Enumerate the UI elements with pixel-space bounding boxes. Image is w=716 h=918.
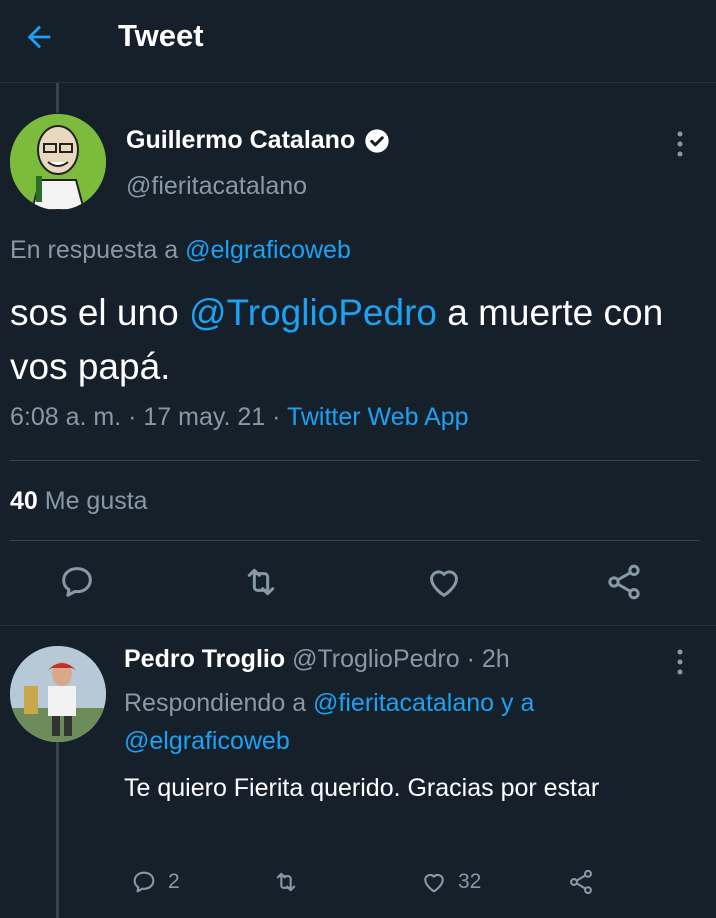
avatar-image <box>10 114 106 210</box>
reply-icon <box>133 871 155 893</box>
divider <box>10 460 700 461</box>
likes-count: 40 <box>10 487 38 515</box>
retweet-button[interactable] <box>272 867 300 897</box>
avatar-image <box>10 646 106 742</box>
share-icon[interactable] <box>604 562 644 602</box>
replying-to-line: Respondiendo a @fieritacatalano y a @elg… <box>124 684 664 760</box>
tweet-timestamp: 6:08 a. m. · 17 may. 21 · <box>10 403 287 431</box>
tweet-meta: 6:08 a. m. · 17 may. 21 · Twitter Web Ap… <box>10 403 469 432</box>
heart-icon[interactable] <box>424 562 464 602</box>
like-button[interactable]: 32 <box>420 867 481 897</box>
author-name-text[interactable]: Guillermo Catalano <box>126 126 355 155</box>
likes-label: Me gusta <box>37 487 148 515</box>
reply-icon[interactable] <box>57 562 97 602</box>
author-handle[interactable]: @TroglioPedro · 2h <box>285 645 510 673</box>
avatar[interactable] <box>10 114 106 210</box>
divider <box>0 625 716 626</box>
author-handle[interactable]: @fieritacatalano <box>126 172 307 201</box>
author-name[interactable]: Guillermo Catalano <box>126 126 391 155</box>
more-options-icon[interactable] <box>676 130 684 158</box>
share-button[interactable] <box>567 867 595 897</box>
thread-line <box>56 742 59 918</box>
reply-prefix: En respuesta a <box>10 236 186 264</box>
reply-to-line: En respuesta a @elgraficoweb <box>10 236 351 265</box>
replying-conjunction: y a <box>494 689 535 717</box>
reply-count: 2 <box>168 870 180 893</box>
divider <box>10 540 700 541</box>
header-divider <box>0 82 716 83</box>
author-name[interactable]: Pedro Troglio <box>124 645 285 673</box>
retweet-icon <box>276 872 296 892</box>
heart-icon <box>424 873 444 893</box>
retweet-icon[interactable] <box>241 562 281 602</box>
reply-button[interactable]: 2 <box>130 867 180 897</box>
verified-icon <box>365 128 389 153</box>
arrow-left-icon[interactable] <box>22 20 56 54</box>
page-title: Tweet <box>118 18 204 53</box>
replying-prefix: Respondiendo a <box>124 689 314 717</box>
likes-summary[interactable]: 40 Me gusta <box>10 487 148 516</box>
mention-link[interactable]: @elgraficoweb <box>124 727 290 755</box>
avatar[interactable] <box>10 646 106 742</box>
reply-text: Te quiero Fierita querido. Gracias por e… <box>124 774 600 802</box>
reply-to-link[interactable]: @elgraficoweb <box>185 236 351 264</box>
mention-link[interactable]: @fieritacatalano <box>313 689 494 717</box>
tweet-text-part: sos el uno <box>10 292 189 333</box>
tweet-source-link[interactable]: Twitter Web App <box>287 403 469 431</box>
tweet-text: sos el uno @TroglioPedro a muerte con vo… <box>10 286 700 394</box>
thread-line <box>56 83 59 113</box>
share-icon <box>570 869 592 895</box>
like-count: 32 <box>458 870 482 893</box>
reply-header: Pedro Troglio @TroglioPedro · 2h <box>124 645 510 674</box>
more-options-icon[interactable] <box>676 648 684 676</box>
mention-link[interactable]: @TroglioPedro <box>189 292 437 333</box>
